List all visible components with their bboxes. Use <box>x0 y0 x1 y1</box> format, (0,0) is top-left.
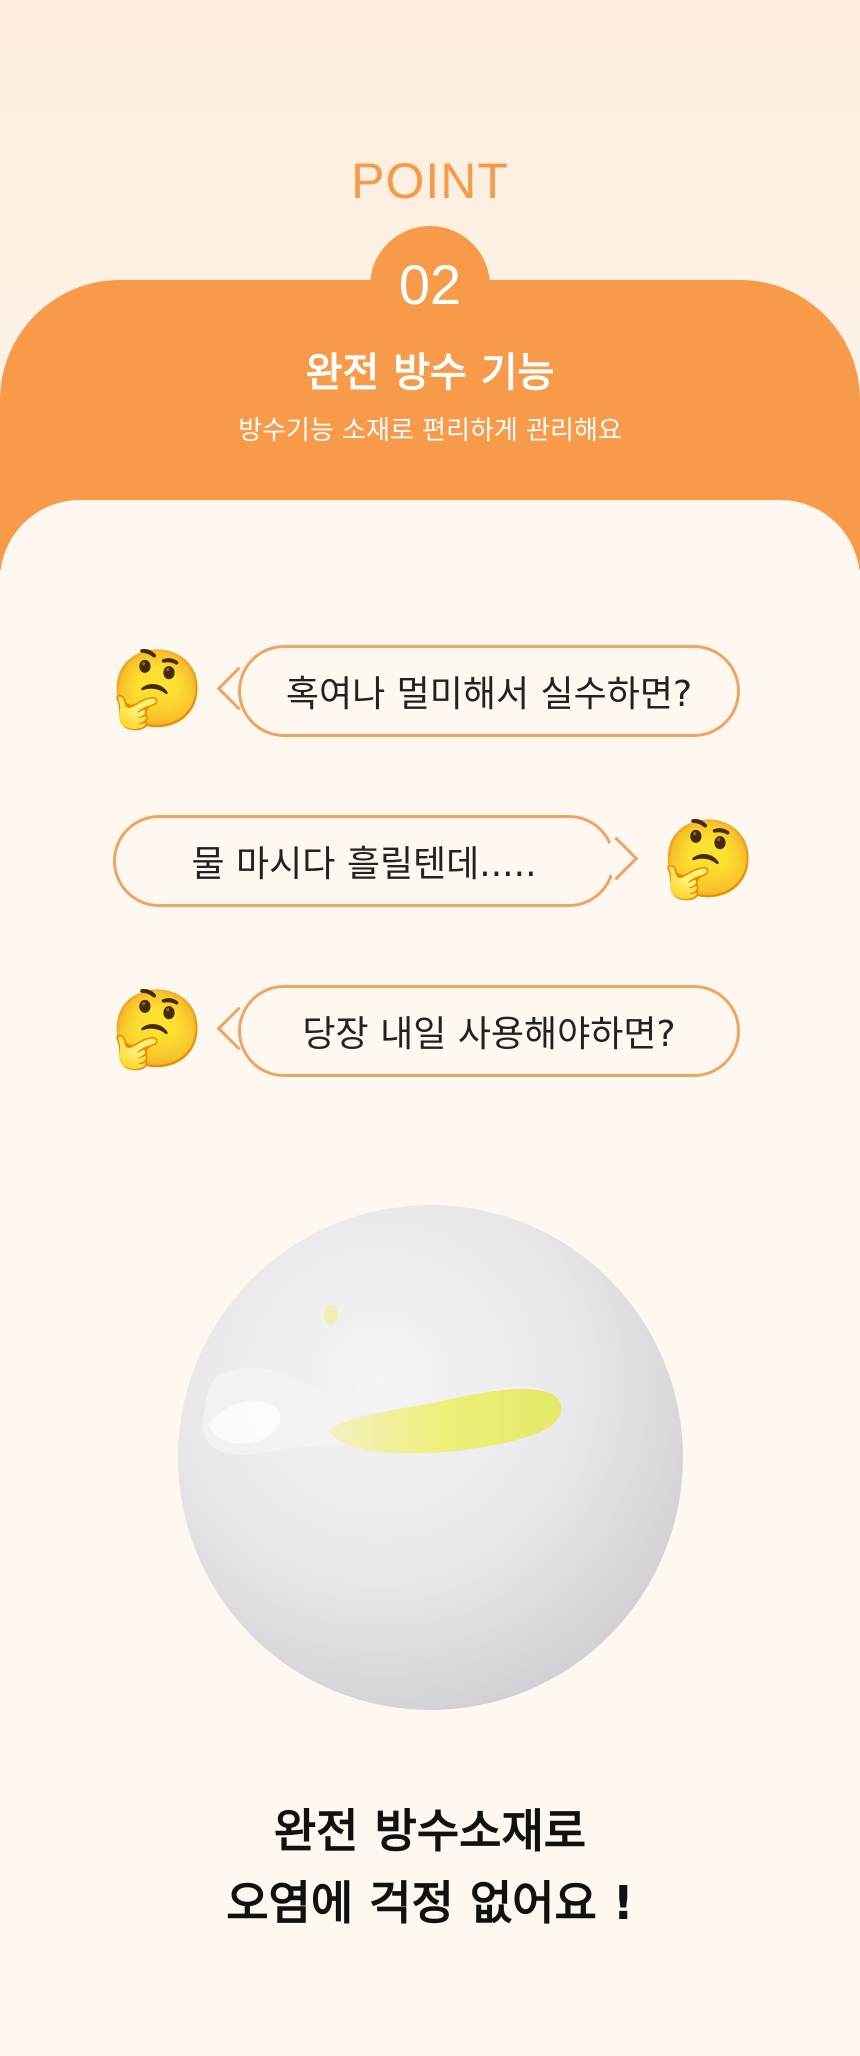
speech-bubble: 혹여나 멀미해서 실수하면? <box>238 645 740 737</box>
point-label: POINT <box>351 153 509 209</box>
speech-bubble: 당장 내일 사용해야하면? <box>238 985 740 1077</box>
point-number: 02 <box>398 253 462 316</box>
bubble-text: 당장 내일 사용해야하면? <box>302 1014 676 1055</box>
speech-bubble: 물 마시다 흘릴텐데..... <box>113 815 615 907</box>
liquid-spill-illustration <box>202 1305 562 1456</box>
page: POINT 02 완전 방수 기능 방수기능 소재로 편리하게 관리해요 🤔 혹… <box>0 0 860 2056</box>
bubble-text: 물 마시다 흘릴텐데..... <box>191 844 537 885</box>
thinking-face-icon: 🤔 <box>661 814 756 903</box>
section-subtitle: 방수기능 소재로 편리하게 관리해요 <box>238 416 622 446</box>
waterproof-fabric-photo <box>178 1205 683 1710</box>
thinking-face-icon: 🤔 <box>110 984 205 1073</box>
bottom-message-line2: 오염에 걱정 없어요 ! <box>226 1876 634 1930</box>
bottom-message-line1: 완전 방수소재로 <box>273 1804 587 1858</box>
thinking-face-icon: 🤔 <box>110 644 205 733</box>
section-title: 완전 방수 기능 <box>305 350 555 396</box>
bubble-text: 혹여나 멀미해서 실수하면? <box>285 674 693 715</box>
